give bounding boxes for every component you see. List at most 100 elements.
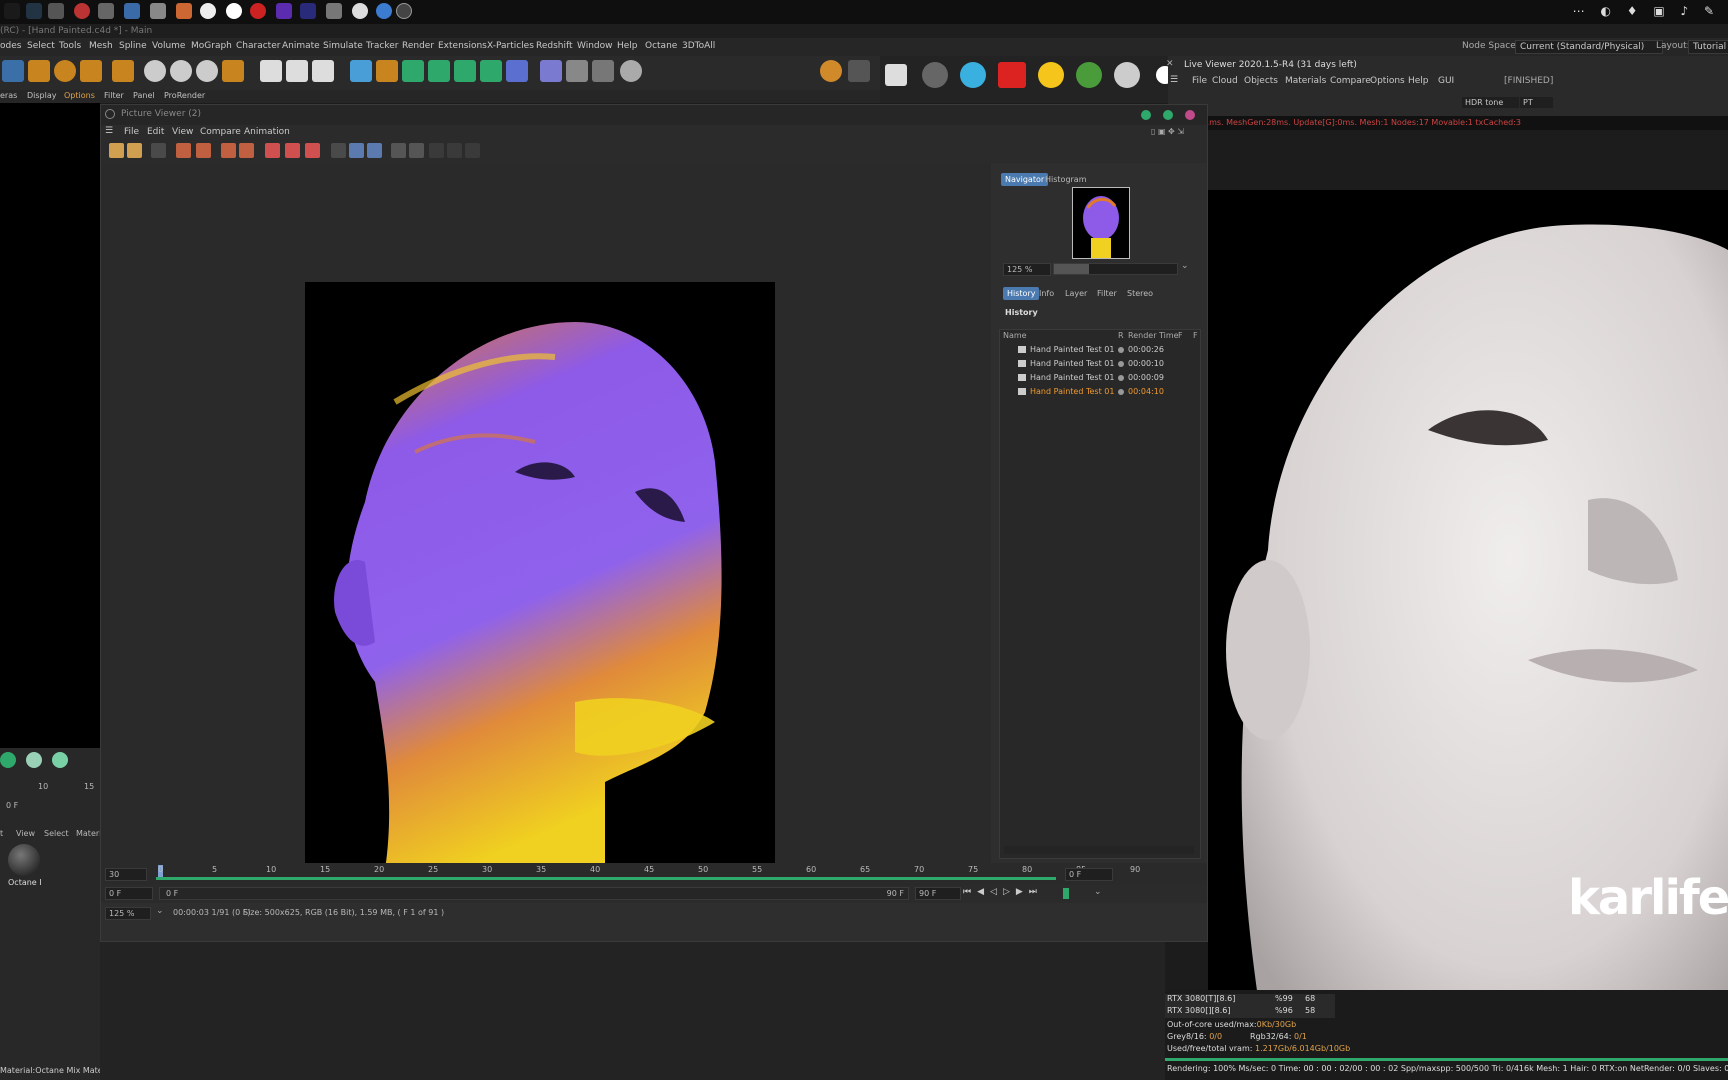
menu-item[interactable]: odes (0, 41, 21, 51)
viewport-menu-item[interactable]: eras (0, 91, 17, 100)
menu-item[interactable]: Render (402, 41, 434, 51)
gear-icon[interactable] (922, 62, 948, 88)
lv-menu-item[interactable]: Options (1370, 76, 1405, 86)
camera-icon[interactable] (998, 62, 1026, 88)
light-icon[interactable] (620, 60, 642, 82)
chevron-down-icon[interactable]: ⌄ (156, 906, 164, 916)
render-view-icon[interactable] (286, 60, 308, 82)
playback-controls[interactable]: ⏮◀◁▷▶⏭ (963, 887, 1043, 897)
cloner-icon[interactable] (0, 752, 16, 768)
app-icon[interactable] (352, 3, 368, 19)
frame-range-slider[interactable]: 0 F 90 F (159, 887, 909, 900)
cinema4d-icon[interactable] (396, 3, 412, 19)
menu-item[interactable]: Tools (59, 41, 81, 51)
mat-menu-item[interactable]: Materi (76, 829, 101, 838)
table-row[interactable]: Hand Painted Test 01 00:00:09 (1000, 372, 1200, 387)
scale-tool-icon[interactable] (28, 60, 50, 82)
array-icon[interactable] (480, 60, 502, 82)
split2-icon[interactable] (367, 143, 382, 158)
subdivision-icon[interactable] (402, 60, 424, 82)
tab-stereo[interactable]: Stereo (1123, 287, 1157, 300)
pv-menu-item[interactable]: Compare (200, 127, 241, 137)
pv-menu-item[interactable]: View (172, 127, 193, 137)
field-icon[interactable] (540, 60, 562, 82)
timeline-track[interactable] (156, 877, 1056, 880)
menu-item[interactable]: X-Particles (487, 41, 534, 51)
app-icon[interactable] (150, 3, 166, 19)
cloner-icon[interactable] (428, 60, 450, 82)
add-tool-icon[interactable] (112, 60, 134, 82)
pv-menu-item[interactable]: Animation (244, 127, 290, 137)
status-zoom-field[interactable]: 125 % (105, 907, 151, 920)
close-icon[interactable]: ✕ (1166, 59, 1174, 69)
viewport-menu-item[interactable]: Filter (104, 91, 124, 100)
kernel-select[interactable]: PT (1520, 97, 1553, 108)
floor-icon[interactable] (566, 60, 588, 82)
menu-item[interactable]: Window (577, 41, 613, 51)
spotlight-icon[interactable] (1114, 62, 1140, 88)
snapshot2-icon[interactable] (285, 143, 300, 158)
ab-icon[interactable] (331, 143, 346, 158)
menu-item[interactable]: Tracker (366, 41, 398, 51)
material-thumbnail[interactable] (8, 844, 40, 876)
mat-menu-item[interactable]: t (0, 829, 3, 838)
viewport-menu-item[interactable]: Display (27, 91, 57, 100)
app-icon[interactable] (250, 3, 266, 19)
lv-menu-item[interactable]: File (1192, 76, 1207, 86)
table-row[interactable]: Hand Painted Test 01 00:00:26 (1000, 344, 1200, 359)
label-b-icon[interactable] (409, 143, 424, 158)
save-icon[interactable] (127, 143, 142, 158)
deformer-icon[interactable] (506, 60, 528, 82)
frame-field[interactable]: 0 F (6, 801, 18, 810)
current-frame-field[interactable]: 0 F (105, 887, 153, 900)
menu-item[interactable]: Spline (119, 41, 147, 51)
pv-menu-item[interactable]: File (124, 127, 139, 137)
maximize-button[interactable] (1163, 110, 1173, 120)
tool-icon[interactable] (465, 143, 480, 158)
app-icon[interactable] (376, 3, 392, 19)
app-icon[interactable] (124, 3, 140, 19)
split-icon[interactable] (349, 143, 364, 158)
viewport-menu-item[interactable]: ProRender (164, 91, 205, 100)
minimize-button[interactable] (1141, 110, 1151, 120)
psr-tool-icon[interactable] (80, 60, 102, 82)
crop-icon[interactable] (176, 143, 191, 158)
tab-histogram[interactable]: Histogram (1041, 173, 1091, 186)
sun-icon[interactable] (1038, 62, 1064, 88)
document-icon[interactable] (885, 64, 907, 86)
zoom-slider[interactable] (1053, 263, 1178, 275)
end-frame-field[interactable]: 0 F (1065, 868, 1113, 881)
z-axis-icon[interactable] (196, 60, 218, 82)
viewport-menu-item[interactable]: Panel (133, 91, 155, 100)
menu-item[interactable]: Help (617, 41, 638, 51)
chevron-down-icon[interactable]: ⌄ (1094, 887, 1102, 897)
table-row[interactable]: Hand Painted Test 01 00:00:10 (1000, 358, 1200, 373)
lv-menu-item[interactable]: GUI (1438, 76, 1454, 86)
layout-icons[interactable]: ▯ ▣ ✥ ⇲ (1151, 127, 1184, 136)
open-icon[interactable] (109, 143, 124, 158)
app-icon[interactable] (4, 3, 20, 19)
live-viewer-render[interactable]: karlife (1208, 190, 1728, 1060)
menu-item[interactable]: MoGraph (191, 41, 232, 51)
fps-field[interactable]: 30 (105, 868, 147, 881)
compare-b-icon[interactable] (239, 143, 254, 158)
environment-icon[interactable] (1076, 62, 1102, 88)
menu-item[interactable]: Simulate (323, 41, 363, 51)
tab-layer[interactable]: Layer (1061, 287, 1091, 300)
y-axis-icon[interactable] (170, 60, 192, 82)
menu-item[interactable]: 3DToAll (682, 41, 715, 51)
lv-menu-item[interactable]: Objects (1244, 76, 1278, 86)
label-a-icon[interactable] (391, 143, 406, 158)
menu-item[interactable]: Character (236, 41, 280, 51)
mat-menu-item[interactable]: Select (44, 829, 69, 838)
pen-icon[interactable] (376, 60, 398, 82)
app-icon[interactable] (26, 3, 42, 19)
zoom-field[interactable]: 125 % (1003, 263, 1051, 276)
menu-item[interactable]: Octane (645, 41, 677, 51)
table-row-active[interactable]: Hand Painted Test 01 00:04:10 (1000, 386, 1200, 401)
hamburger-icon[interactable]: ☰ (105, 126, 113, 136)
mat-menu-item[interactable]: View (16, 829, 35, 838)
pv-menu-item[interactable]: Edit (147, 127, 164, 137)
tab-filter[interactable]: Filter (1093, 287, 1121, 300)
menu-item[interactable]: Animate (282, 41, 320, 51)
